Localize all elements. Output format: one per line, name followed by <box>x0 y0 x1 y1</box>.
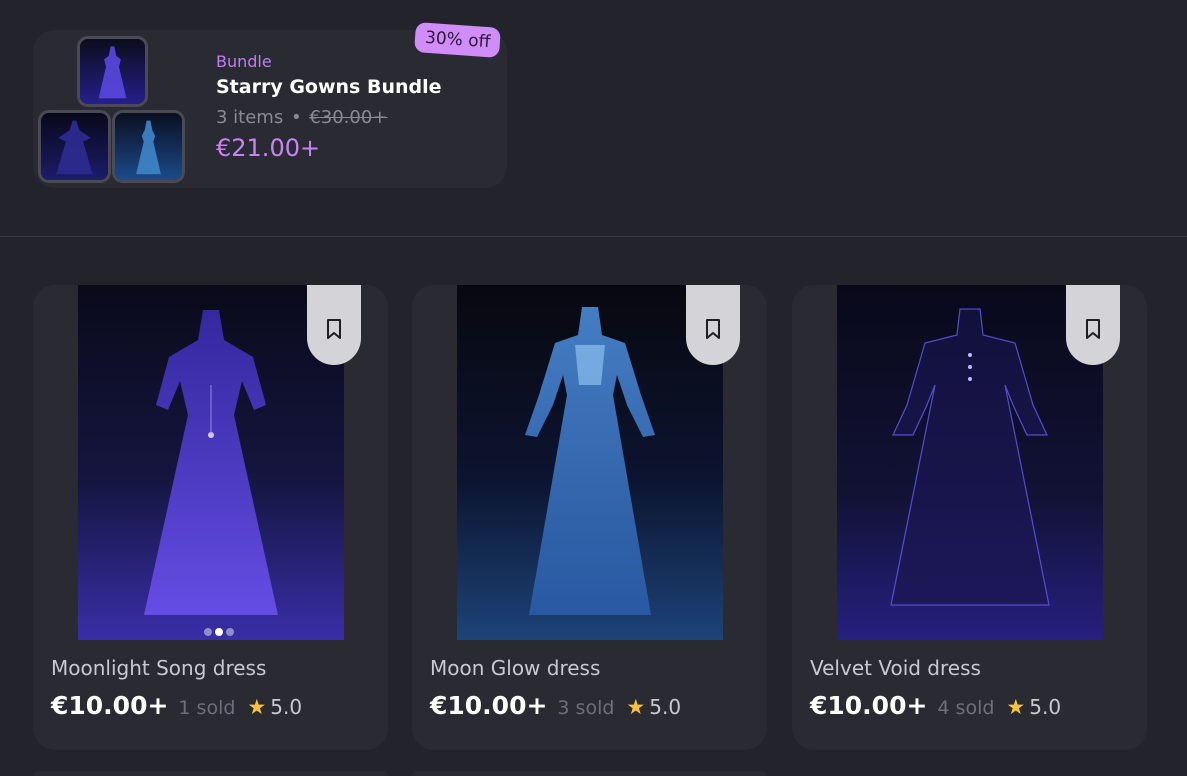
product-price: €10.00+ <box>810 691 928 720</box>
product-card[interactable]: Moonlight Song dress €10.00+ 1 sold ★ 5.… <box>33 285 388 750</box>
bundle-title[interactable]: Starry Gowns Bundle <box>216 76 442 98</box>
gown-thumbnail-image <box>115 113 182 180</box>
product-price-row: €10.00+ 3 sold ★ 5.0 <box>430 691 681 720</box>
bookmark-button[interactable] <box>307 285 361 365</box>
rating-value: 5.0 <box>270 695 303 719</box>
sold-count: 4 sold <box>937 697 995 719</box>
rating-value: 5.0 <box>649 695 682 719</box>
carousel-dot[interactable] <box>204 628 212 636</box>
bookmark-icon <box>327 319 341 339</box>
product-card[interactable]: Moon Glow dress €10.00+ 3 sold ★ 5.0 <box>412 285 767 750</box>
gown-illustration <box>457 285 723 640</box>
sold-count: 1 sold <box>178 697 236 719</box>
product-price-row: €10.00+ 4 sold ★ 5.0 <box>810 691 1061 720</box>
meta-separator: • <box>290 107 302 128</box>
bundle-label: Bundle <box>216 52 272 71</box>
section-divider <box>0 236 1187 237</box>
rating-value: 5.0 <box>1029 695 1062 719</box>
bundle-thumbnail-2 <box>38 110 111 183</box>
bundle-price: €21.00+ <box>216 134 321 162</box>
gown-illustration <box>78 285 344 640</box>
bundle-original-price: €30.00+ <box>309 107 388 128</box>
bookmark-icon <box>706 319 720 339</box>
star-icon: ★ <box>1006 695 1026 719</box>
bookmark-button[interactable] <box>686 285 740 365</box>
bookmark-icon <box>1086 319 1100 339</box>
gown-illustration <box>837 285 1103 640</box>
star-icon: ★ <box>626 695 646 719</box>
product-title[interactable]: Velvet Void dress <box>810 656 981 680</box>
product-title[interactable]: Moon Glow dress <box>430 656 600 680</box>
product-card[interactable]: Velvet Void dress €10.00+ 4 sold ★ 5.0 <box>792 285 1147 750</box>
bundle-thumbnail-3 <box>112 110 185 183</box>
product-image[interactable] <box>837 285 1103 640</box>
product-price: €10.00+ <box>51 691 169 720</box>
product-price: €10.00+ <box>430 691 548 720</box>
bundle-thumbnail-1 <box>77 36 148 107</box>
discount-badge: 30% off <box>414 22 502 58</box>
carousel-dot-active[interactable] <box>215 628 223 636</box>
product-image[interactable] <box>78 285 344 640</box>
product-card-next-row <box>33 771 388 776</box>
gown-thumbnail-image <box>80 39 145 104</box>
star-icon: ★ <box>247 695 267 719</box>
gown-thumbnail-image <box>41 113 108 180</box>
product-image[interactable] <box>457 285 723 640</box>
image-carousel-dots[interactable] <box>204 628 234 636</box>
carousel-dot[interactable] <box>226 628 234 636</box>
bookmark-button[interactable] <box>1066 285 1120 365</box>
bundle-card[interactable]: Bundle Starry Gowns Bundle 3 items • €30… <box>33 22 507 188</box>
bundle-meta: 3 items • €30.00+ <box>216 107 387 128</box>
product-title[interactable]: Moonlight Song dress <box>51 656 266 680</box>
bundle-items-count: 3 items <box>216 107 284 128</box>
product-price-row: €10.00+ 1 sold ★ 5.0 <box>51 691 302 720</box>
product-card-next-row <box>412 771 767 776</box>
sold-count: 3 sold <box>557 697 615 719</box>
